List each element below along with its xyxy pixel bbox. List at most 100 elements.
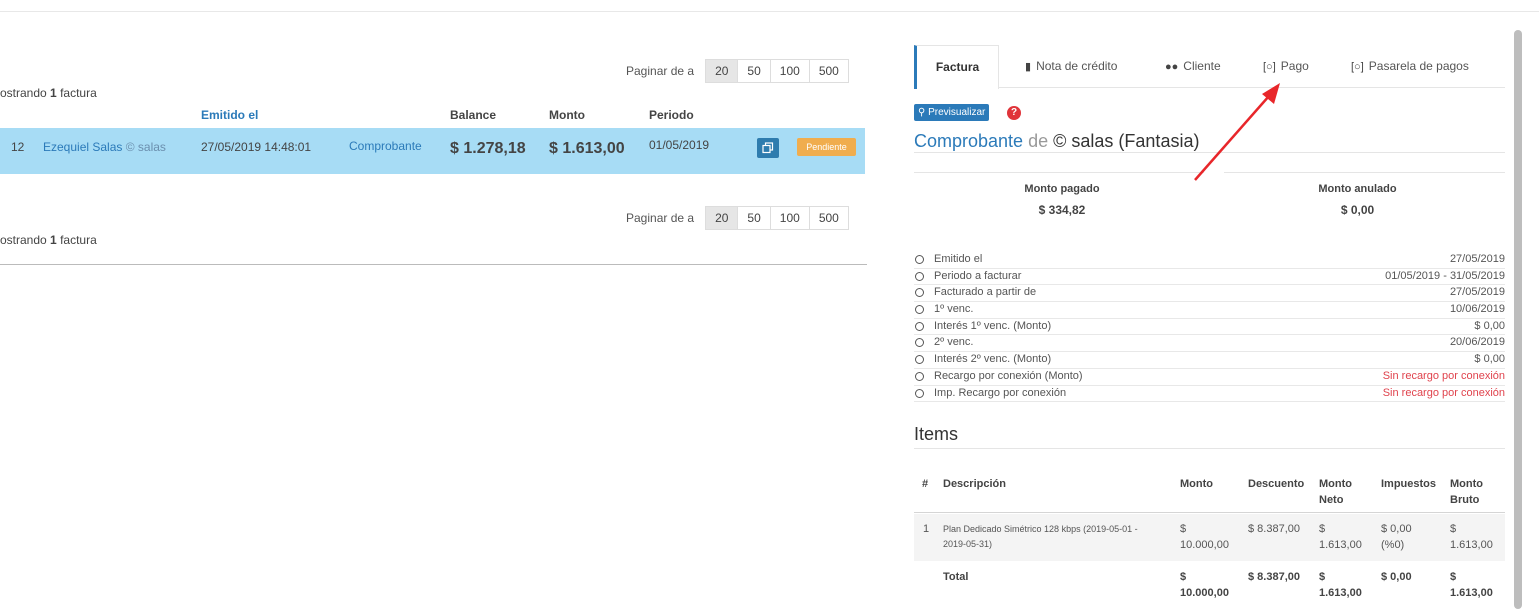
total-gross: $ 1.613,00 xyxy=(1450,569,1493,601)
client-name: Ezequiel Salas xyxy=(43,140,123,154)
total-discount: $ 8.387,00 xyxy=(1248,571,1300,583)
list-item: 2º venc. 20/06/2019 xyxy=(914,335,1505,353)
help-icon[interactable]: ? xyxy=(1007,106,1021,120)
preview-button[interactable]: ⚲ Previsualizar xyxy=(914,104,990,121)
list-item: Interés 1º venc. (Monto) $ 0,00 xyxy=(914,319,1505,336)
items-header-net: Monto Neto xyxy=(1319,476,1352,508)
circle-icon xyxy=(915,305,924,315)
column-header-period[interactable]: Periodo xyxy=(649,108,694,122)
value-line: $ xyxy=(1180,571,1187,583)
result-count-suffix: factura xyxy=(60,233,97,247)
list-item: Facturado a partir de 27/05/2019 xyxy=(914,285,1505,303)
value-line: (%0) xyxy=(1381,539,1405,551)
page-title: Comprobante de © salas (Fantasia) xyxy=(914,131,1199,152)
field-label: Periodo a facturar xyxy=(934,269,1022,282)
pagination-bottom: Paginar de a 20 50 100 500 xyxy=(626,206,849,230)
total-label: Total xyxy=(943,571,969,583)
items-header-desc: Descripción xyxy=(943,478,1006,490)
column-header-amount[interactable]: Monto xyxy=(549,108,585,122)
field-value: Sin recargo por conexión xyxy=(1382,369,1505,382)
items-header-taxes: Impuestos xyxy=(1381,478,1437,490)
scrollbar[interactable] xyxy=(1514,30,1522,609)
field-label: Emitido el xyxy=(934,253,983,265)
field-value: 01/05/2019 - 31/05/2019 xyxy=(1385,269,1505,282)
list-item: Emitido el 27/05/2019 xyxy=(914,252,1505,269)
total-net: $ 1.613,00 xyxy=(1319,569,1362,601)
search-icon: ⚲ xyxy=(918,107,926,118)
field-value: 27/05/2019 xyxy=(1449,253,1505,265)
field-label: Imp. Recargo por conexión xyxy=(934,386,1067,399)
value-line: $ xyxy=(1319,523,1326,535)
header-line: Bruto xyxy=(1450,494,1480,506)
desc-line: 2019-05-31) xyxy=(943,539,993,549)
result-count-suffix: factura xyxy=(60,86,97,100)
copy-button[interactable] xyxy=(757,138,779,158)
field-label: Interés 1º venc. (Monto) xyxy=(934,319,1052,332)
client-link[interactable]: Ezequiel Salas © salas xyxy=(43,140,166,154)
title-name: © salas (Fantasia) xyxy=(1053,131,1200,151)
value-line: $ xyxy=(1450,571,1457,583)
tab-label: Pasarela de pagos xyxy=(1368,59,1469,73)
tab-pago[interactable]: [○] Pago xyxy=(1263,45,1309,88)
items-divider xyxy=(914,448,1505,449)
items-heading: Items xyxy=(914,424,959,444)
column-header-emitted[interactable]: Emitido el xyxy=(201,108,258,122)
top-divider xyxy=(0,11,1539,12)
tab-label: Pago xyxy=(1280,59,1309,73)
value-line: 10.000,00 xyxy=(1180,539,1229,551)
circle-icon xyxy=(915,388,924,398)
page-size-500[interactable]: 500 xyxy=(808,206,849,230)
copy-icon xyxy=(762,142,774,154)
title-de: de xyxy=(1028,131,1049,151)
circle-icon xyxy=(915,371,924,381)
value-line: 1.613,00 xyxy=(1450,539,1493,551)
total-taxes: $ 0,00 xyxy=(1381,571,1412,583)
tab-factura[interactable]: Factura xyxy=(914,45,999,89)
preview-label: Previsualizar xyxy=(928,107,986,118)
field-value: Sin recargo por conexión xyxy=(1382,386,1505,399)
tab-cliente[interactable]: ●● Cliente xyxy=(1165,45,1221,88)
field-value: $ 0,00 xyxy=(1474,353,1505,366)
header-line: Monto xyxy=(1450,478,1483,490)
tab-nota-de-credito[interactable]: ▮ Nota de crédito xyxy=(1025,45,1117,88)
page-size-500[interactable]: 500 xyxy=(808,59,849,83)
tab-label: Cliente xyxy=(1183,59,1221,73)
tab-pasarela-de-pagos[interactable]: [○] Pasarela de pagos xyxy=(1351,45,1469,88)
void-amount-label: Monto anulado xyxy=(1318,183,1397,195)
desc-line: Plan Dedicado Simétrico 128 kbps (2019-0… xyxy=(943,524,1138,534)
paid-amount-value: $ 334,82 xyxy=(1038,203,1086,217)
page-size-50[interactable]: 50 xyxy=(737,59,771,83)
result-count-number: 1 xyxy=(50,233,57,247)
item-taxes: $ 0,00 (%0) xyxy=(1381,521,1412,553)
money-icon: [○] xyxy=(1351,61,1364,73)
page-size-20[interactable]: 20 xyxy=(705,206,739,230)
circle-icon xyxy=(915,288,924,298)
item-amount: $ 10.000,00 xyxy=(1180,521,1229,553)
items-header-discount: Descuento xyxy=(1248,478,1305,490)
field-label: Interés 2º venc. (Monto) xyxy=(934,353,1052,366)
tab-label: Nota de crédito xyxy=(1036,59,1118,73)
page-size-100[interactable]: 100 xyxy=(769,59,810,83)
table-row[interactable]: 12 Ezequiel Salas © salas 27/05/2019 14:… xyxy=(0,128,865,174)
header-line: Monto xyxy=(1319,478,1352,490)
document-type-link[interactable]: Comprobante xyxy=(349,139,422,153)
items-header-gross: Monto Bruto xyxy=(1450,476,1483,508)
items-header-amount: Monto xyxy=(1180,478,1213,490)
page-size-50[interactable]: 50 xyxy=(737,206,771,230)
list-item: Periodo a facturar 01/05/2019 - 31/05/201… xyxy=(914,269,1505,286)
period-value: 01/05/2019 xyxy=(649,138,710,152)
items-header-divider xyxy=(914,512,1505,513)
value-line: 1.613,00 xyxy=(1319,539,1362,551)
title-doc: Comprobante xyxy=(914,131,1024,151)
balance-value: $ 1.278,18 xyxy=(450,140,526,157)
value-line: 10.000,00 xyxy=(1180,587,1229,599)
users-icon: ●● xyxy=(1165,61,1179,73)
item-discount: $ 8.387,00 xyxy=(1248,523,1300,535)
column-header-balance[interactable]: Balance xyxy=(450,108,496,122)
pagination-top: Paginar de a 20 50 100 500 xyxy=(626,59,849,83)
value-line: 1.613,00 xyxy=(1319,587,1362,599)
client-tag: © salas xyxy=(125,140,166,154)
field-value: 27/05/2019 xyxy=(1449,286,1505,299)
page-size-100[interactable]: 100 xyxy=(769,206,810,230)
page-size-20[interactable]: 20 xyxy=(705,59,739,83)
